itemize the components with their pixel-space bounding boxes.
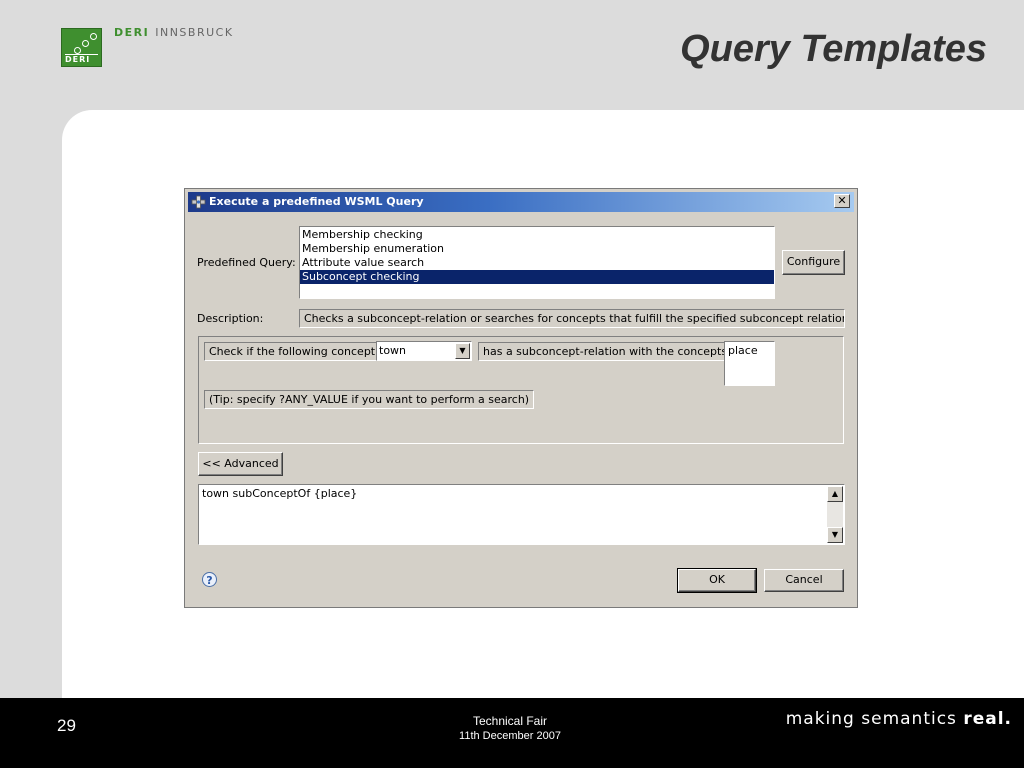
description-text: Checks a subconcept-relation or searches… [299,309,845,328]
scroll-down-icon[interactable]: ▼ [827,527,843,543]
brand-primary: DERI [114,26,150,39]
event-name: Technical Fair [472,714,548,728]
query-text: town subConceptOf {place} [202,487,358,500]
brand-secondary: INNSBRUCK [155,26,234,39]
check-concept-label: Check if the following concept: [204,342,384,361]
event-date: 11th December 2007 [459,730,561,742]
configure-button[interactable]: Configure [782,250,845,275]
logo-dot-icon [74,47,81,54]
query-item-attribute-value-search[interactable]: Attribute value search [300,256,774,270]
advanced-toggle-button[interactable]: << Advanced [198,452,283,476]
dialog-title: Execute a predefined WSML Query [209,195,424,208]
close-button[interactable]: ✕ [834,194,850,208]
logo-dot-icon [82,40,89,47]
query-item-membership-checking[interactable]: Membership checking [300,228,774,242]
slide-footer: 29 Technical Fair 11th December 2007 mak… [0,698,1024,768]
chevron-down-icon[interactable]: ▼ [455,343,470,359]
predefined-query-label: Predefined Query: [197,256,296,269]
app-icon [191,195,206,209]
slide-title: Query Templates [680,28,987,70]
query-item-membership-enumeration[interactable]: Membership enumeration [300,242,774,256]
brand-name: DERI INNSBRUCK [114,26,234,39]
tagline: making semantics real. [786,709,1012,729]
close-icon: ✕ [837,194,847,207]
cancel-button[interactable]: Cancel [764,569,844,592]
deri-logo: DERI [61,28,102,67]
tagline-emphasis: real. [963,709,1012,729]
page-number: 29 [57,716,76,735]
query-scrollbar[interactable]: ▲ ▼ [827,486,843,543]
query-text-area[interactable]: town subConceptOf {place} ▲ ▼ [198,484,845,545]
logo-dot-icon [90,33,97,40]
query-item-subconcept-checking[interactable]: Subconcept checking [300,270,774,284]
subconcept-relation-label: has a subconcept-relation with the conce… [478,342,736,361]
tagline-text: making semantics [785,709,964,729]
tip-text: (Tip: specify ?ANY_VALUE if you want to … [204,390,535,409]
description-label: Description: [197,312,264,325]
concepts-input[interactable]: place [724,341,775,386]
logo-text: DERI [65,54,98,64]
help-icon[interactable]: ? [202,572,217,587]
concept-select-value: town [379,344,407,357]
predefined-query-list[interactable]: Membership checking Membership enumerati… [299,226,775,299]
event-info: Technical Fair 11th December 2007 [410,714,610,744]
dialog-titlebar[interactable]: Execute a predefined WSML Query ✕ [188,192,854,212]
concept-select[interactable]: town ▼ [376,341,472,361]
wsml-query-dialog: Execute a predefined WSML Query ✕ Predef… [184,188,858,608]
ok-button[interactable]: OK [677,568,757,593]
scroll-up-icon[interactable]: ▲ [827,486,843,502]
